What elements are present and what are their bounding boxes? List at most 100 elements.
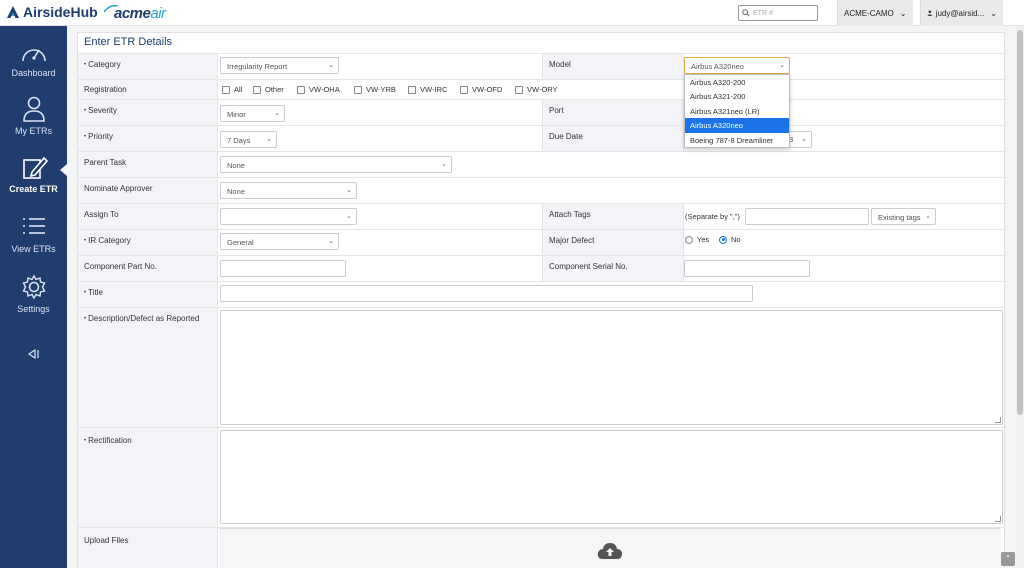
scroll-to-top-button[interactable]: ⌃ <box>1001 552 1015 566</box>
ir-category-label: IR Category <box>78 230 218 255</box>
partner-name-acme: acme <box>114 5 151 22</box>
registration-checkbox-vw-oha[interactable]: VW-OHA <box>297 85 340 94</box>
sidebar-item-label: Settings <box>17 304 50 314</box>
assign-to-select[interactable]: ⌄ <box>220 208 357 225</box>
checkbox-icon <box>297 85 305 94</box>
sidebar-item-create-etr[interactable]: Create ETR <box>0 154 67 194</box>
chevron-down-icon: ⌄ <box>925 213 931 220</box>
attach-tags-hint: (Separate by ",") <box>685 212 740 221</box>
form-row-ir-category: IR Category General ⌄ Major Defect Yes N… <box>78 229 1006 255</box>
sidebar-item-my-etrs[interactable]: My ETRs <box>0 96 67 136</box>
sidebar-item-label: Dashboard <box>11 68 56 78</box>
chevron-down-icon: ⌄ <box>899 8 907 18</box>
user-menu-button[interactable]: judy@airsid... ⌄ <box>920 0 1003 26</box>
existing-tags-select[interactable]: Existing tags ⌄ <box>871 208 936 225</box>
component-serial-label: Component Serial No. <box>542 256 684 281</box>
ir-category-select[interactable]: General ⌄ <box>220 233 339 250</box>
search-placeholder: ETR # <box>753 9 773 17</box>
sidebar-item-view-etrs[interactable]: View ETRs <box>0 216 67 254</box>
checkbox-label: VW-YRB <box>366 85 396 94</box>
checkbox-label: VW-OHA <box>309 85 340 94</box>
model-option[interactable]: Airbus A321neo (LR) <box>685 104 789 118</box>
form-row-priority: Priority 7 Days ⌄ Due Date 3 ⌄ <box>78 125 1006 151</box>
scrollbar-thumb[interactable] <box>1017 30 1023 415</box>
sidebar-item-dashboard[interactable]: Dashboard <box>0 42 67 78</box>
registration-checkbox-all[interactable]: All <box>222 85 242 94</box>
radio-icon <box>685 235 693 244</box>
user-icon <box>22 96 45 122</box>
registration-checkbox-vw-ory[interactable]: VW-ORY <box>515 85 558 94</box>
etr-search-input[interactable]: ETR # <box>738 5 818 21</box>
nominate-approver-label: Nominate Approver <box>78 178 218 203</box>
parent-task-select[interactable]: None ⌄ <box>220 156 452 173</box>
page-scrollbar[interactable] <box>1016 26 1024 568</box>
radio-label: Yes <box>697 235 710 244</box>
chevron-down-icon: ⌄ <box>441 161 447 168</box>
category-select[interactable]: Irregularity Report ⌄ <box>220 57 339 74</box>
resize-grip-icon[interactable] <box>995 516 1001 522</box>
rectification-textarea[interactable] <box>220 430 1003 524</box>
model-option[interactable]: Boeing 787-8 Dreamliner <box>685 133 789 147</box>
edit-icon <box>22 156 48 179</box>
nominate-approver-value: None <box>227 187 245 196</box>
registration-checkbox-other[interactable]: Other <box>253 85 284 94</box>
org-switcher-button[interactable]: ACME-CAMO ⌄ <box>837 0 913 26</box>
major-defect-yes-radio[interactable]: Yes <box>685 235 709 244</box>
model-select[interactable]: Airbus A320neo ⌄ <box>684 57 790 74</box>
priority-label: Priority <box>78 126 218 151</box>
category-value: Irregularity Report <box>227 62 288 71</box>
chevron-down-icon: ⌄ <box>274 110 280 117</box>
registration-checkbox-vw-ofd[interactable]: VW-OFD <box>460 85 502 94</box>
gear-icon <box>21 274 46 300</box>
model-option-selected[interactable]: Airbus A320neo <box>685 118 789 133</box>
assign-to-label: Assign To <box>78 204 218 229</box>
model-option[interactable]: Airbus A321-200 <box>685 89 789 103</box>
priority-value: 7 Days <box>227 136 251 145</box>
major-defect-no-radio[interactable]: No <box>719 235 741 244</box>
model-value: Airbus A320neo <box>691 62 744 71</box>
parent-task-label: Parent Task <box>78 152 218 177</box>
priority-select[interactable]: 7 Days ⌄ <box>220 131 277 148</box>
severity-select[interactable]: Minor ⌄ <box>220 105 285 122</box>
upload-dropzone[interactable] <box>219 528 1001 568</box>
severity-label: Severity <box>78 100 218 125</box>
severity-value: Minor <box>227 110 246 119</box>
component-part-input[interactable] <box>220 260 346 277</box>
title-label: Title <box>78 282 218 307</box>
page-title: Enter ETR Details <box>84 36 173 48</box>
form-row-parent-task: Parent Task None ⌄ <box>78 151 1006 177</box>
sidebar-item-label: View ETRs <box>11 244 56 254</box>
form-row-component: Component Part No. Component Serial No. <box>78 255 1006 281</box>
description-textarea[interactable] <box>220 310 1003 425</box>
checkbox-label: VW-ORY <box>527 85 558 94</box>
attach-tags-input[interactable] <box>745 208 869 225</box>
existing-tags-value: Existing tags <box>878 213 921 222</box>
chevron-down-icon: ⌄ <box>346 213 352 220</box>
title-input[interactable] <box>220 285 753 302</box>
form-row-rectification: Rectification <box>78 427 1006 527</box>
form-row-registration: Registration All Other VW-OHA VW-YRB VW-… <box>78 79 1006 99</box>
sidebar-item-settings[interactable]: Settings <box>0 274 67 314</box>
registration-checkbox-vw-irc[interactable]: VW-IRC <box>408 85 447 94</box>
checkbox-label: VW-OFD <box>472 85 503 94</box>
model-option[interactable]: Airbus A320-200 <box>685 75 789 89</box>
parent-task-value: None <box>227 161 245 170</box>
sidebar: Dashboard My ETRs Create ETR View ETRs S… <box>0 26 67 568</box>
brand-logo[interactable]: AirsideHub <box>6 4 98 20</box>
resize-grip-icon[interactable] <box>995 417 1001 423</box>
registration-checkbox-vw-yrb[interactable]: VW-YRB <box>354 85 396 94</box>
etr-form-panel: Enter ETR Details Category Irregularity … <box>77 32 1006 568</box>
chevron-down-icon: ⌄ <box>779 62 785 69</box>
checkbox-label: Other <box>265 85 284 94</box>
attach-tags-label: Attach Tags <box>542 204 684 229</box>
search-icon <box>742 9 750 17</box>
nominate-approver-select[interactable]: None ⌄ <box>220 182 357 199</box>
chevron-down-icon: ⌄ <box>801 136 807 143</box>
checkbox-icon <box>515 85 523 94</box>
component-serial-input[interactable] <box>684 260 810 277</box>
form-row-nominate-approver: Nominate Approver None ⌄ <box>78 177 1006 203</box>
chevron-down-icon: ⌄ <box>990 8 997 18</box>
collapse-sidebar-button[interactable] <box>27 348 39 362</box>
chevron-down-icon: ⌄ <box>346 187 352 194</box>
checkbox-label: All <box>234 85 243 94</box>
